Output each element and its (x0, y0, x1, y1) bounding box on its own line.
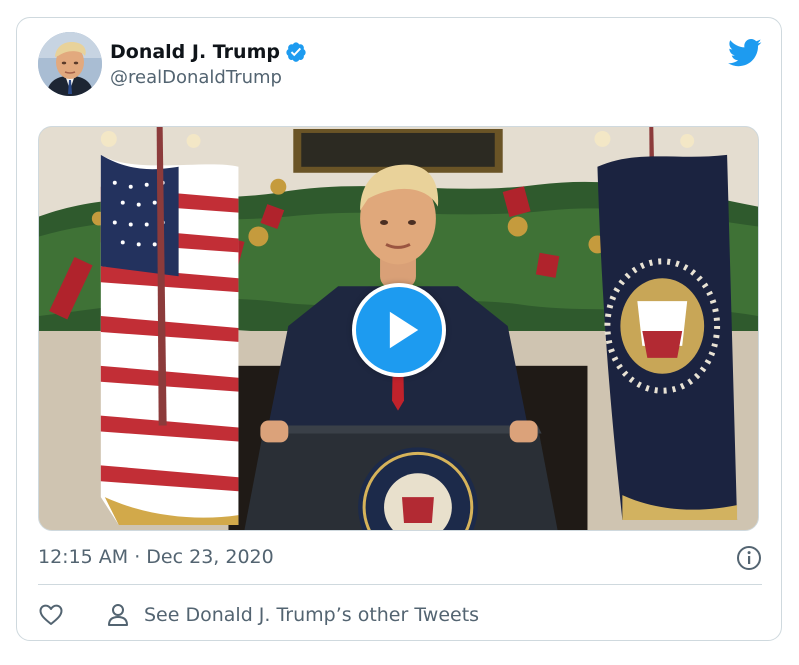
see-other-tweets-label[interactable]: See Donald J. Trump’s other Tweets (144, 602, 479, 628)
play-icon (389, 311, 419, 349)
author-info: Donald J. Trump @realDonaldTrump (110, 40, 307, 91)
author-handle[interactable]: @realDonaldTrump (110, 65, 307, 91)
tweet-card[interactable]: Donald J. Trump @realDonaldTrump 12:15 A… (16, 17, 782, 641)
tweet-meta: 12:15 AM · Dec 23, 2020 (38, 544, 762, 570)
author-name-row[interactable]: Donald J. Trump (110, 40, 307, 64)
info-icon[interactable] (736, 545, 762, 571)
tweet-actions: See Donald J. Trump’s other Tweets (38, 600, 762, 630)
verified-badge-icon (285, 41, 307, 63)
heart-icon[interactable] (38, 602, 64, 628)
divider (38, 584, 762, 585)
tweet-timestamp[interactable]: 12:15 AM · Dec 23, 2020 (38, 546, 274, 568)
tweet-header: Donald J. Trump @realDonaldTrump (38, 32, 762, 98)
author-display-name[interactable]: Donald J. Trump (110, 40, 280, 64)
twitter-bird-icon[interactable] (727, 38, 762, 68)
tweet-video[interactable] (38, 126, 759, 531)
person-icon (106, 602, 130, 628)
avatar[interactable] (38, 32, 102, 96)
see-other-tweets-link[interactable]: See Donald J. Trump’s other Tweets (106, 600, 479, 630)
play-button[interactable] (352, 283, 446, 377)
